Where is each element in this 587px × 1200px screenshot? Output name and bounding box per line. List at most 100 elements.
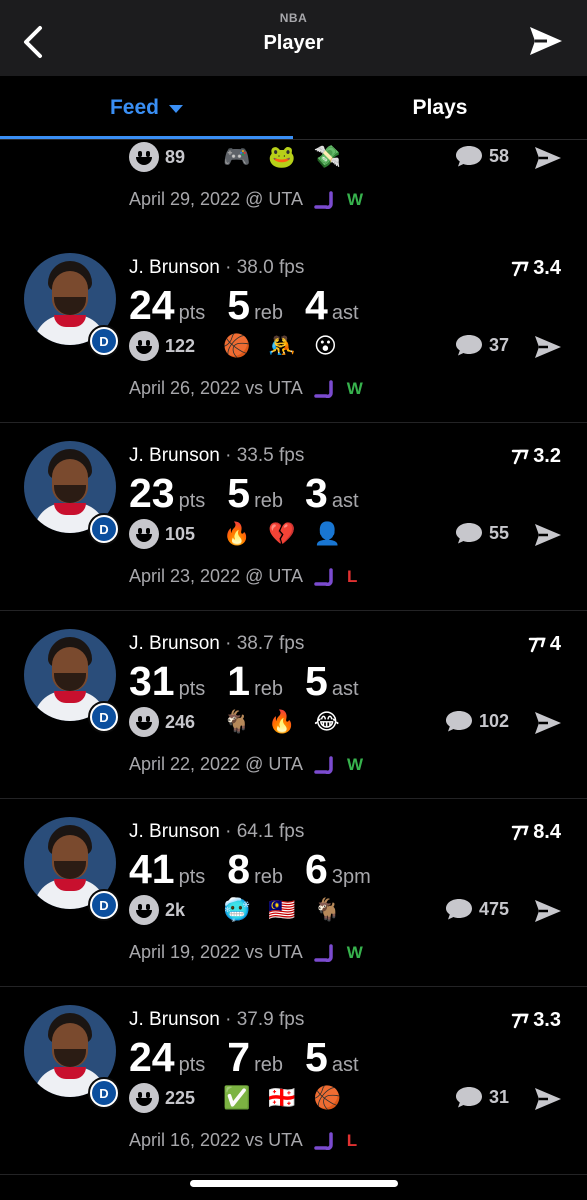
reactions[interactable]: 122 🏀 🤼 😮 bbox=[129, 331, 337, 361]
reaction-emoji: 😮 bbox=[313, 333, 337, 359]
fantasy-points: · 38.0 fps bbox=[219, 257, 305, 278]
stat-label: ast bbox=[331, 1054, 359, 1076]
team-logo-badge: D bbox=[88, 325, 120, 357]
comment-bubble-icon bbox=[455, 523, 482, 544]
reaction-smiley-icon[interactable] bbox=[129, 519, 159, 549]
stat-value: 5 bbox=[305, 1034, 328, 1080]
reaction-smiley-icon[interactable] bbox=[129, 331, 159, 361]
reactions[interactable]: 2k 🥶 🇲🇾 🐐 bbox=[129, 895, 341, 925]
tab-feed[interactable]: Feed bbox=[0, 76, 293, 140]
tab-feed-label: Feed bbox=[109, 96, 159, 119]
feed-card[interactable]: D J. Brunson · 38.0 fps 3.4 24 pts 5 reb 4… bbox=[0, 235, 587, 423]
stat-value: 5 bbox=[227, 282, 251, 328]
fantasy-points: · 64.1 fps bbox=[219, 821, 305, 842]
feed-card-partial[interactable]: D 89 🎮 🐸 💸 58 April 29, 2022 @ UTA W bbox=[0, 141, 587, 236]
reactions[interactable]: 225 ✅ 🇬🇪 🏀 bbox=[129, 1083, 341, 1113]
stat-value: 24 bbox=[129, 282, 175, 328]
stat-value: 1 bbox=[227, 658, 251, 704]
comments-button[interactable]: 55 bbox=[455, 521, 509, 545]
reaction-emoji: 🤼 bbox=[268, 333, 296, 359]
reaction-emoji: 🏀 bbox=[223, 333, 251, 359]
stat-value: 31 bbox=[129, 658, 175, 704]
stat-value: 4 bbox=[305, 282, 328, 328]
comment-count: 102 bbox=[478, 710, 509, 731]
rank-score: 3.2 bbox=[511, 445, 561, 468]
comment-bubble-icon bbox=[455, 146, 482, 167]
stat-label: 3pm bbox=[331, 866, 371, 888]
player-line: J. Brunson · 37.9 fps bbox=[129, 1009, 304, 1031]
player-name[interactable]: J. Brunson bbox=[129, 1009, 220, 1030]
stat-line: 31 pts 1 reb 5 ast bbox=[129, 657, 381, 705]
rank-value: 3.2 bbox=[533, 445, 561, 467]
game-result: L bbox=[346, 1130, 358, 1150]
player-name[interactable]: J. Brunson bbox=[129, 257, 220, 278]
comment-bubble-icon bbox=[455, 335, 482, 356]
league-label: NBA bbox=[279, 11, 308, 25]
rank-arrow-icon bbox=[511, 449, 529, 464]
stat-value: 5 bbox=[305, 658, 328, 704]
stat-label: pts bbox=[178, 678, 206, 700]
game-date: April 19, 2022 vs UTA W bbox=[129, 942, 363, 963]
comments-button[interactable]: 475 bbox=[445, 897, 509, 921]
comments-button[interactable]: 37 bbox=[455, 333, 509, 357]
share-send-icon[interactable] bbox=[533, 1086, 563, 1112]
rank-value: 4 bbox=[549, 633, 561, 655]
rank-value: 3.4 bbox=[533, 257, 561, 279]
player-name[interactable]: J. Brunson bbox=[129, 821, 220, 842]
reaction-emoji: 🇲🇾 bbox=[268, 897, 296, 923]
reaction-count: 122 bbox=[165, 335, 196, 356]
reactions[interactable]: 89 🎮 🐸 💸 bbox=[129, 142, 341, 172]
jazz-note-icon bbox=[314, 1131, 333, 1150]
reactions[interactable]: 105 🔥 💔 👤 bbox=[129, 519, 341, 549]
feed-card[interactable]: D J. Brunson · 37.9 fps 3.3 24 pts 7 reb 5… bbox=[0, 987, 587, 1175]
reaction-smiley-icon[interactable] bbox=[129, 895, 159, 925]
stat-value: 41 bbox=[129, 846, 175, 892]
page-title: Player bbox=[263, 32, 324, 54]
reaction-smiley-icon[interactable] bbox=[129, 1083, 159, 1113]
comment-bubble-icon bbox=[445, 711, 472, 732]
comments-button[interactable]: 58 bbox=[455, 144, 509, 168]
comments-button[interactable]: 102 bbox=[445, 709, 509, 733]
feed-list[interactable]: D 89 🎮 🐸 💸 58 April 29, 2022 @ UTA W D J… bbox=[0, 141, 587, 1200]
rank-value: 8.4 bbox=[533, 821, 561, 843]
rank-arrow-icon bbox=[511, 1013, 529, 1028]
player-line: J. Brunson · 38.0 fps bbox=[129, 257, 304, 279]
tab-plays[interactable]: Plays bbox=[293, 76, 587, 140]
rank-arrow-icon bbox=[528, 637, 546, 652]
feed-card[interactable]: D J. Brunson · 33.5 fps 3.2 23 pts 5 reb 3… bbox=[0, 423, 587, 611]
comments-button[interactable]: 31 bbox=[455, 1085, 509, 1109]
share-send-icon[interactable] bbox=[533, 334, 563, 360]
feed-card[interactable]: D J. Brunson · 64.1 fps 8.4 41 pts 8 reb 6… bbox=[0, 799, 587, 987]
reaction-count: 225 bbox=[165, 1087, 196, 1108]
reaction-emoji: 🎮 bbox=[223, 144, 251, 170]
reactions[interactable]: 246 🐐 🔥 😂 bbox=[129, 707, 340, 737]
game-date: April 22, 2022 @ UTA W bbox=[129, 754, 363, 775]
share-send-icon[interactable] bbox=[533, 145, 563, 171]
game-date-text: April 22, 2022 @ UTA bbox=[129, 754, 304, 774]
jazz-note-icon bbox=[314, 755, 333, 774]
reaction-emoji: 💸 bbox=[313, 144, 342, 170]
team-logo-badge: D bbox=[88, 701, 120, 733]
stat-value: 8 bbox=[227, 846, 251, 892]
stat-line: 41 pts 8 reb 6 3pm bbox=[129, 845, 393, 893]
share-send-icon[interactable] bbox=[533, 522, 563, 548]
share-send-icon[interactable] bbox=[533, 898, 563, 924]
share-send-icon[interactable] bbox=[533, 710, 563, 736]
home-indicator bbox=[190, 1180, 398, 1187]
reaction-smiley-icon[interactable] bbox=[129, 142, 159, 172]
reaction-emoji: 🇬🇪 bbox=[268, 1085, 296, 1111]
comment-bubble-icon bbox=[445, 899, 472, 920]
stat-label: ast bbox=[331, 490, 359, 512]
rank-score: 4 bbox=[528, 633, 561, 656]
stat-value: 5 bbox=[227, 470, 251, 516]
rank-value: 3.3 bbox=[533, 1009, 561, 1031]
stat-label: ast bbox=[331, 678, 359, 700]
reaction-smiley-icon[interactable] bbox=[129, 707, 159, 737]
stat-line: 24 pts 7 reb 5 ast bbox=[129, 1033, 381, 1081]
feed-card[interactable]: D J. Brunson · 38.7 fps 4 31 pts 1 reb 5 as… bbox=[0, 611, 587, 799]
share-send-icon[interactable] bbox=[527, 24, 565, 58]
rank-score: 3.4 bbox=[511, 257, 561, 280]
stat-label: reb bbox=[254, 302, 284, 324]
player-name[interactable]: J. Brunson bbox=[129, 633, 220, 654]
player-name[interactable]: J. Brunson bbox=[129, 445, 220, 466]
